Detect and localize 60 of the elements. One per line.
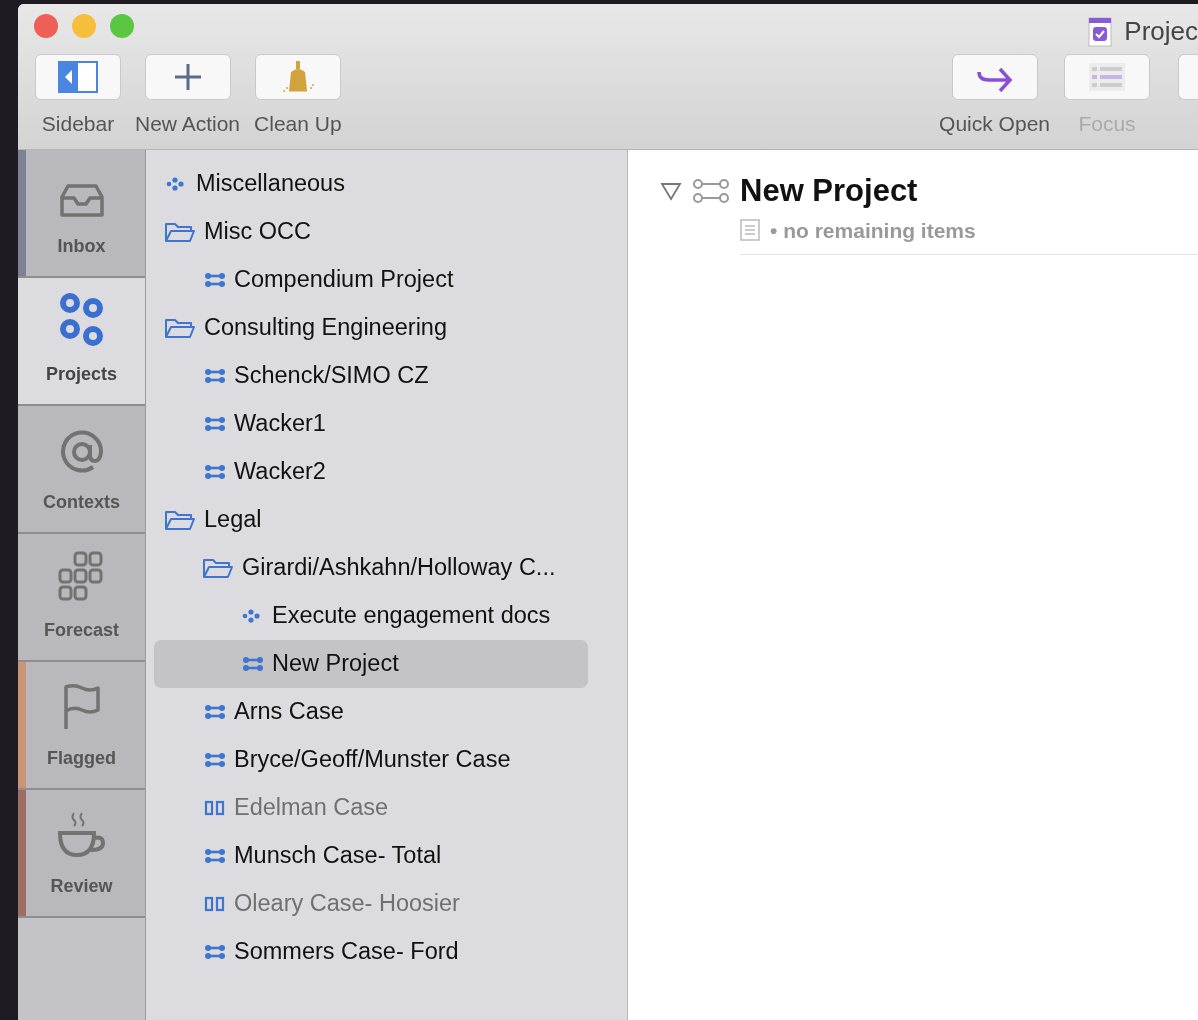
perspective-tab[interactable]: Forecast — [18, 534, 145, 662]
project-list-item[interactable]: Consulting Engineering — [154, 304, 588, 352]
inbox-icon — [58, 183, 105, 219]
project-list-item[interactable]: Misc OCC — [154, 208, 588, 256]
folder-icon — [164, 509, 196, 531]
plus-icon — [172, 62, 203, 92]
project-list-item[interactable]: New Project — [154, 640, 588, 688]
project-icon — [692, 178, 730, 205]
list-icon — [1088, 61, 1126, 93]
project-list-item[interactable]: Girardi/Ashkahn/Holloway C... — [154, 544, 588, 592]
project-list-item[interactable]: Sommers Case- Ford — [154, 928, 588, 976]
project-list-item[interactable]: Arns Case — [154, 688, 588, 736]
status-text: • no remaining items — [770, 217, 976, 244]
disclosure-triangle-icon[interactable] — [660, 181, 682, 202]
project-list-item[interactable]: Wacker2 — [154, 448, 588, 496]
toolbar-button[interactable] — [1178, 54, 1198, 100]
project-icon — [204, 272, 226, 288]
project-list-item[interactable]: Munsch Case- Total — [154, 832, 588, 880]
project-icon — [204, 848, 226, 864]
close-icon[interactable] — [34, 14, 58, 38]
grid-icon — [57, 551, 106, 603]
folder-icon — [202, 557, 234, 579]
pause-icon — [204, 896, 226, 912]
project-list-item[interactable]: Wacker1 — [154, 400, 588, 448]
folder-icon — [164, 317, 196, 339]
minimize-icon[interactable] — [72, 14, 96, 38]
folder-icon — [164, 221, 196, 243]
project-icon — [204, 944, 226, 960]
cup-icon — [56, 811, 107, 859]
sidebar-icon — [58, 61, 98, 93]
circles-icon — [58, 293, 105, 347]
project-list-item[interactable]: Edelman Case — [154, 784, 588, 832]
project-list-item[interactable]: Execute engagement docs — [154, 592, 588, 640]
window-title: Projec — [1124, 15, 1198, 48]
perspective-tab[interactable]: Flagged — [18, 662, 145, 790]
project-list-item[interactable]: Compendium Project — [154, 256, 588, 304]
flag-icon — [61, 683, 102, 731]
perspective-tab[interactable]: Projects — [18, 278, 145, 406]
project-icon — [204, 368, 226, 384]
project-icon — [204, 704, 226, 720]
project-icon — [204, 416, 226, 432]
perspective-tab[interactable]: Inbox — [18, 150, 145, 278]
project-icon — [204, 464, 226, 480]
toolbar-button[interactable]: New Action — [135, 54, 241, 140]
project-list-item[interactable]: Bryce/Geoff/Munster Case — [154, 736, 588, 784]
note-icon[interactable] — [740, 219, 760, 242]
at-sign-icon — [58, 429, 105, 475]
zoom-icon[interactable] — [110, 14, 134, 38]
project-title: New Project — [740, 172, 918, 210]
project-list-item[interactable]: Miscellaneous — [154, 160, 588, 208]
document-icon — [1088, 16, 1113, 47]
pause-icon — [204, 800, 226, 816]
project-icon — [204, 752, 226, 768]
project-list-item[interactable]: Schenck/SIMO CZ — [154, 352, 588, 400]
project-icon — [242, 656, 264, 672]
project-list-item[interactable]: Oleary Case- Hoosier — [154, 880, 588, 928]
toolbar-button[interactable]: Quick Open — [939, 54, 1050, 140]
perspective-tab[interactable]: Review — [18, 790, 145, 918]
project-list-item[interactable]: Legal — [154, 496, 588, 544]
perspective-tab[interactable]: Contexts — [18, 406, 145, 534]
